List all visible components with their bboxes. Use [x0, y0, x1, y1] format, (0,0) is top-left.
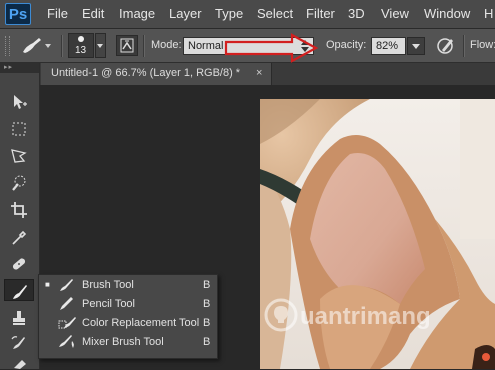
flyout-item-pencil-tool[interactable]: Pencil Tool B [39, 295, 217, 314]
eraser-icon [14, 360, 26, 369]
flyout-shortcut: B [203, 298, 211, 310]
brush-icon [23, 38, 51, 53]
history-brush-icon [11, 336, 25, 349]
menu-image[interactable]: Image [119, 6, 155, 21]
document-tab[interactable]: Untitled-1 @ 66.7% (Layer 1, RGB/8) * × [41, 63, 272, 85]
brush-icon [13, 285, 27, 299]
tool-preset-picker[interactable] [17, 34, 55, 57]
document-tab-row: Untitled-1 @ 66.7% (Layer 1, RGB/8) * × [0, 63, 495, 85]
mode-value: Normal [188, 40, 224, 52]
lasso-icon [11, 149, 27, 163]
menu-view[interactable]: View [381, 6, 409, 21]
lasso-tool[interactable] [4, 144, 34, 166]
spot-healing-tool[interactable] [4, 252, 34, 274]
menu-type[interactable]: Type [215, 6, 243, 21]
marquee-icon [12, 122, 26, 136]
flyout-label: Pencil Tool [82, 298, 135, 310]
eyedropper-icon [12, 230, 27, 245]
brush-dot-icon [78, 36, 84, 42]
flyout-item-brush-tool[interactable]: ■ Brush Tool B [39, 276, 217, 295]
eyedropper-tool[interactable] [4, 225, 34, 247]
marquee-tool[interactable] [4, 117, 34, 139]
flyout-shortcut: B [203, 317, 211, 329]
options-grip[interactable] [5, 36, 10, 56]
crop-icon [11, 202, 27, 218]
mixer-brush-icon [59, 335, 74, 348]
flow-label: Flow: [470, 39, 495, 51]
menu-edit[interactable]: Edit [82, 6, 104, 21]
mode-label: Mode: [151, 39, 182, 51]
flyout-label: Brush Tool [82, 279, 134, 291]
pencil-icon [60, 297, 73, 310]
opacity-value: 82% [376, 40, 399, 52]
color-replacement-icon [58, 317, 76, 329]
menu-file[interactable]: File [47, 6, 68, 21]
menu-select[interactable]: Select [257, 6, 293, 21]
opacity-label: Opacity: [326, 39, 367, 51]
move-icon [14, 95, 27, 109]
eraser-tool[interactable] [4, 353, 34, 369]
menu-bar: Ps File Edit Image Layer Type Select Fil… [0, 0, 495, 29]
flyout-shortcut: B [203, 279, 211, 291]
quick-selection-icon [12, 175, 26, 191]
flyout-label: Color Replacement Tool [82, 317, 200, 329]
watermark-text: uantrimang [300, 303, 431, 330]
move-tool[interactable] [4, 90, 34, 112]
flyout-item-mixer-brush-tool[interactable]: Mixer Brush Tool B [39, 333, 217, 352]
brush-size-value: 13 [75, 45, 87, 56]
quick-selection-tool[interactable] [4, 171, 34, 193]
crop-tool[interactable] [4, 198, 34, 220]
clone-stamp-tool[interactable] [4, 306, 34, 328]
selected-bullet-icon: ■ [45, 280, 50, 289]
stamp-icon [13, 311, 25, 325]
flyout-shortcut: B [203, 336, 211, 348]
annotation-arrow-icon [224, 33, 319, 63]
opacity-dropdown[interactable] [407, 37, 425, 55]
brush-icon [60, 279, 73, 291]
toolbox-grip[interactable]: ▸▸ [0, 63, 39, 73]
opacity-input[interactable]: 82% [371, 37, 406, 55]
photoshop-logo: Ps [5, 3, 31, 25]
brush-tool-flyout: ■ Brush Tool B Pencil Tool B Color Repla… [38, 274, 218, 359]
menu-filter[interactable]: Filter [306, 6, 335, 21]
menu-window[interactable]: Window [424, 6, 470, 21]
flyout-item-color-replacement-tool[interactable]: Color Replacement Tool B [39, 314, 217, 333]
menu-help[interactable]: H [484, 6, 493, 21]
document-tab-title: Untitled-1 @ 66.7% (Layer 1, RGB/8) * [51, 67, 241, 79]
brush-panel-toggle[interactable] [116, 35, 138, 56]
watermark: uantrimang [264, 296, 464, 336]
pen-pressure-icon [437, 38, 453, 54]
history-brush-tool[interactable] [4, 331, 34, 353]
menu-3d[interactable]: 3D [348, 6, 365, 21]
options-bar: 13 Mode: Normal Opacity: 82% Flow: [0, 29, 495, 63]
brush-size-picker[interactable]: 13 [68, 33, 94, 58]
lightbulb-icon [264, 298, 298, 332]
brush-panel-icon [120, 38, 134, 53]
toolbox: ▸▸ [0, 63, 40, 369]
bandage-icon [12, 258, 26, 270]
flyout-label: Mixer Brush Tool [82, 336, 164, 348]
close-icon[interactable]: × [256, 67, 262, 79]
menu-layer[interactable]: Layer [169, 6, 202, 21]
tablet-pressure-opacity-button[interactable] [434, 35, 458, 56]
chevron-down-icon [412, 44, 420, 49]
chevron-down-icon [97, 44, 103, 48]
brush-tool[interactable] [4, 279, 34, 301]
brush-picker-dropdown[interactable] [95, 33, 106, 58]
